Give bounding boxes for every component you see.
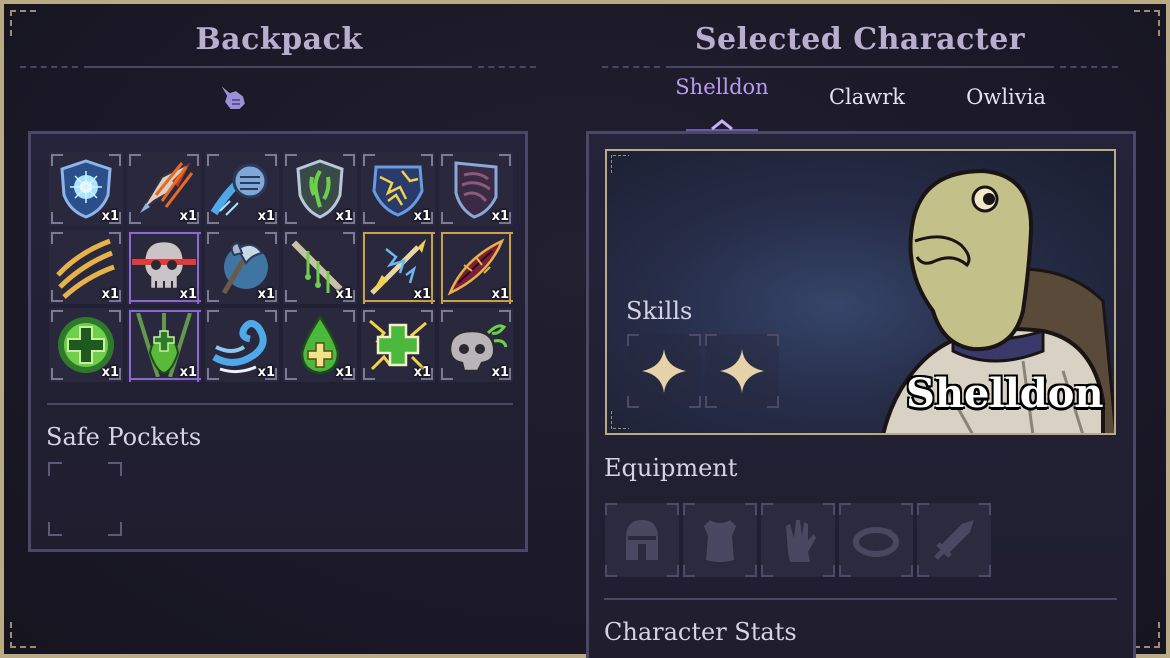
backpack-panel: x1 x1 x1 x1 x1 x1 x1 x1 x1 x1 x1 x1 x1 x… xyxy=(28,131,528,552)
safe-pocket-slot[interactable] xyxy=(48,462,122,536)
card-corner-ornament xyxy=(611,155,629,173)
item-quantity: x1 xyxy=(335,365,353,380)
tab-clawrk[interactable]: Clawrk xyxy=(812,85,922,109)
item-quantity: x1 xyxy=(491,209,509,224)
ring-icon xyxy=(853,527,899,557)
item-quantity: x1 xyxy=(257,365,275,380)
character-header-divider xyxy=(602,66,660,68)
backpack-slot[interactable]: x1 xyxy=(361,152,435,226)
backpack-slot[interactable]: x1 xyxy=(439,152,513,226)
backpack-slot[interactable]: x1 xyxy=(439,230,513,304)
backpack-slot[interactable]: x1 xyxy=(283,308,357,382)
card-corner-ornament xyxy=(611,411,629,429)
frame-corner-ornament xyxy=(1134,622,1160,648)
tab-owlivia[interactable]: Owlivia xyxy=(948,85,1064,109)
item-quantity: x1 xyxy=(179,209,197,224)
item-quantity: x1 xyxy=(491,287,509,302)
equipment-slot-weapon[interactable] xyxy=(917,503,991,577)
pointer-hand-icon xyxy=(217,81,248,111)
backpack-slot[interactable]: x1 xyxy=(49,308,123,382)
gauntlet-icon xyxy=(786,520,816,562)
backpack-slot[interactable]: x1 xyxy=(127,152,201,226)
backpack-slot[interactable]: x1 xyxy=(127,230,201,304)
item-quantity: x1 xyxy=(335,287,353,302)
frame-corner-ornament xyxy=(1134,10,1160,36)
backpack-slot[interactable]: x1 xyxy=(49,230,123,304)
character-name: Shelldon xyxy=(906,370,1104,417)
backpack-slot[interactable]: x1 xyxy=(283,152,357,226)
backpack-slot[interactable]: x1 xyxy=(205,230,279,304)
sword-icon xyxy=(934,520,974,560)
item-quantity: x1 xyxy=(101,287,119,302)
frame-corner-ornament xyxy=(10,622,36,648)
item-quantity: x1 xyxy=(413,209,431,224)
character-stats-title: Character Stats xyxy=(604,618,797,646)
backpack-slot[interactable]: x1 xyxy=(283,230,357,304)
equipment-slot-gloves[interactable] xyxy=(761,503,835,577)
backpack-slot[interactable]: x1 xyxy=(361,308,435,382)
character-header-divider xyxy=(1060,66,1118,68)
character-stats-divider xyxy=(604,598,1117,600)
tab-shelldon[interactable]: Shelldon xyxy=(664,75,780,99)
item-quantity: x1 xyxy=(101,209,119,224)
backpack-slot[interactable]: x1 xyxy=(361,230,435,304)
item-quantity: x1 xyxy=(257,287,275,302)
selected-character-title: Selected Character xyxy=(694,22,1026,57)
chest-armor-icon xyxy=(704,520,736,562)
equipment-slot-ring[interactable] xyxy=(839,503,913,577)
backpack-slot[interactable]: x1 xyxy=(439,308,513,382)
skills-title: Skills xyxy=(626,297,693,325)
backpack-header-divider xyxy=(20,66,78,68)
item-quantity: x1 xyxy=(179,287,197,302)
equipment-slot-armor[interactable] xyxy=(683,503,757,577)
item-quantity: x1 xyxy=(335,209,353,224)
item-quantity: x1 xyxy=(413,365,431,380)
safe-pockets-title: Safe Pockets xyxy=(46,423,202,451)
item-quantity: x1 xyxy=(413,287,431,302)
item-quantity: x1 xyxy=(491,365,509,380)
safe-pockets-divider xyxy=(47,403,513,405)
sparkle-icon xyxy=(720,349,764,393)
skill-slot[interactable] xyxy=(627,334,701,408)
character-header-divider xyxy=(666,66,1054,68)
backpack-slot[interactable]: x1 xyxy=(205,308,279,382)
skill-slot[interactable] xyxy=(705,334,779,408)
item-quantity: x1 xyxy=(101,365,119,380)
frame-corner-ornament xyxy=(10,10,36,36)
item-quantity: x1 xyxy=(257,209,275,224)
helmet-icon xyxy=(626,520,658,560)
backpack-title: Backpack xyxy=(195,22,363,57)
equipment-slot-helmet[interactable] xyxy=(605,503,679,577)
backpack-slot[interactable]: x1 xyxy=(127,308,201,382)
backpack-header-divider xyxy=(478,66,536,68)
backpack-grid: x1 x1 x1 x1 x1 x1 x1 x1 x1 x1 x1 x1 x1 x… xyxy=(49,152,513,382)
sparkle-icon xyxy=(642,349,686,393)
item-quantity: x1 xyxy=(179,365,197,380)
backpack-header-divider xyxy=(84,66,472,68)
backpack-slot[interactable]: x1 xyxy=(49,152,123,226)
equipment-title: Equipment xyxy=(604,454,738,482)
backpack-slot[interactable]: x1 xyxy=(205,152,279,226)
